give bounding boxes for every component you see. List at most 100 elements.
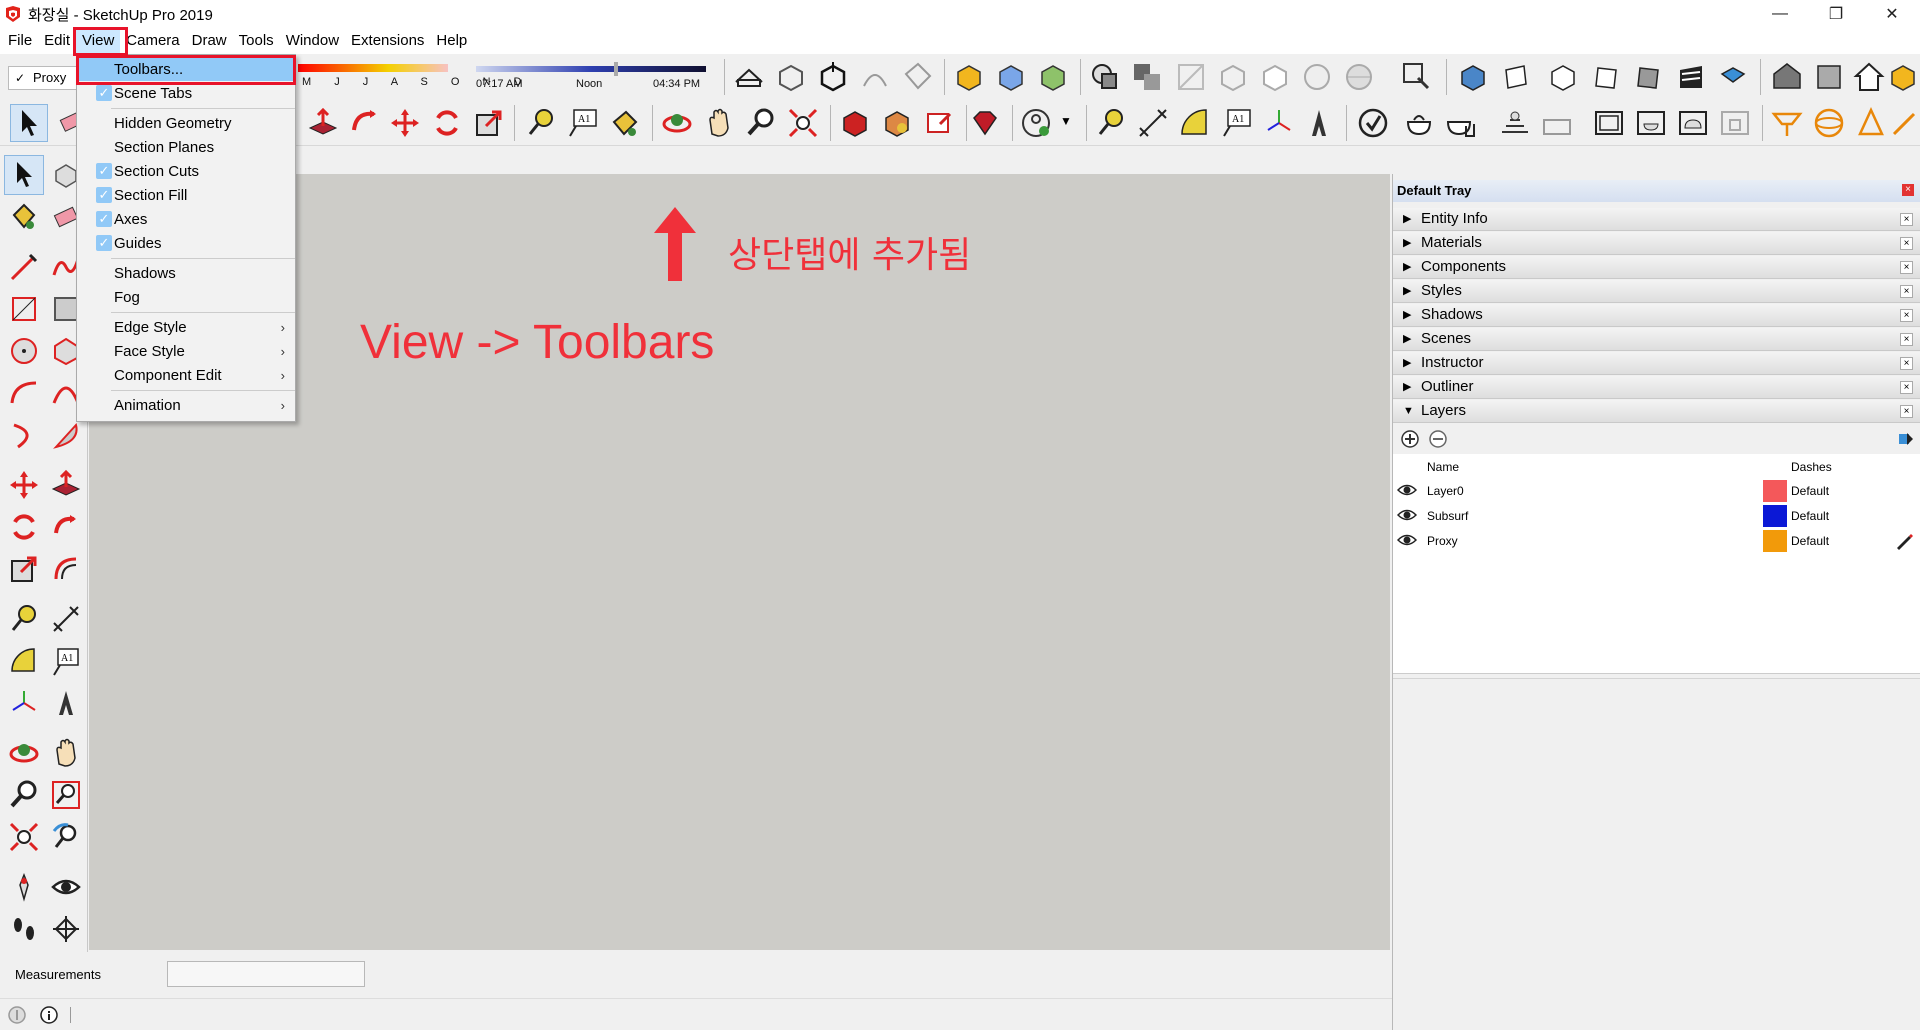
teapot-hand-icon[interactable]: [1442, 104, 1480, 142]
close-icon[interactable]: ×: [1900, 357, 1913, 370]
upload-component-icon[interactable]: [920, 104, 958, 142]
orbit-left-icon[interactable]: [4, 733, 44, 773]
sandbox-from-scratch-icon[interactable]: [1538, 104, 1576, 142]
menu-tools[interactable]: Tools: [233, 28, 280, 54]
axes-left-icon[interactable]: [4, 683, 44, 723]
hand-select-icon[interactable]: [1398, 58, 1436, 96]
table-icon[interactable]: [1768, 104, 1806, 142]
group-icon[interactable]: [1034, 58, 1072, 96]
menu-item-edge-style[interactable]: Edge Style ›: [77, 315, 295, 339]
time-slider[interactable]: [476, 66, 706, 72]
layer-dropdown[interactable]: ✓ Proxy: [8, 66, 78, 90]
menu-edit[interactable]: Edit: [38, 28, 76, 54]
previous-view-icon[interactable]: [46, 817, 86, 857]
dimension-left-icon[interactable]: [46, 599, 86, 639]
xray-icon[interactable]: [1172, 58, 1210, 96]
menu-item-toolbars[interactable]: Toolbars...: [77, 57, 295, 81]
hidden-line-icon[interactable]: [1256, 58, 1294, 96]
layer-color-swatch[interactable]: [1763, 505, 1787, 527]
pen-orange-icon[interactable]: [1886, 104, 1920, 142]
menu-item-animation[interactable]: Animation ›: [77, 393, 295, 417]
zoom-left-icon[interactable]: [4, 775, 44, 815]
menu-view[interactable]: View: [76, 28, 121, 54]
menu-camera[interactable]: Camera: [120, 28, 185, 54]
layer-color-swatch[interactable]: [1763, 480, 1787, 502]
scale-icon[interactable]: [470, 104, 508, 142]
layer-dashes[interactable]: Default: [1791, 534, 1829, 548]
minimize-button[interactable]: —: [1752, 0, 1808, 28]
close-button[interactable]: ✕: [1864, 0, 1920, 28]
push-pull-icon[interactable]: [304, 104, 342, 142]
chevron-down-icon[interactable]: ▼: [1060, 114, 1072, 128]
geo-location-icon[interactable]: [8, 1006, 26, 1024]
3d-text-icon[interactable]: [1300, 104, 1338, 142]
outer-shell-icon[interactable]: [1086, 58, 1124, 96]
circle-icon[interactable]: [4, 331, 44, 371]
wireframe-icon[interactable]: [1214, 58, 1252, 96]
close-icon[interactable]: ×: [1900, 309, 1913, 322]
add-layer-icon[interactable]: [1401, 430, 1419, 448]
push-pull-left-icon[interactable]: [46, 465, 86, 505]
sphere-icon[interactable]: [1810, 104, 1848, 142]
measurements-input[interactable]: [167, 961, 365, 987]
menu-item-fog[interactable]: Fog: [77, 285, 295, 309]
warehouse-icon[interactable]: [1768, 58, 1806, 96]
text-tool-icon[interactable]: A1: [564, 104, 602, 142]
back-view-icon[interactable]: [1630, 58, 1668, 96]
axes-tool-icon[interactable]: [1260, 104, 1298, 142]
date-slider[interactable]: [298, 64, 448, 72]
zoom-window-icon[interactable]: [46, 775, 86, 815]
eye-icon[interactable]: [1397, 532, 1417, 548]
solid-inspector-icon[interactable]: [1354, 104, 1392, 142]
warehouse-get-models-icon[interactable]: [836, 104, 874, 142]
section-plane-left-icon[interactable]: [46, 909, 86, 949]
layers-column-name[interactable]: Name: [1427, 460, 1459, 474]
extension-warehouse-icon[interactable]: [1884, 58, 1920, 96]
component-icon[interactable]: [992, 58, 1030, 96]
dimension-icon[interactable]: [1134, 104, 1172, 142]
restore-button[interactable]: ❐: [1808, 0, 1864, 28]
table-row[interactable]: Subsurf Default: [1393, 505, 1920, 529]
teapot-icon[interactable]: [1400, 104, 1438, 142]
shaded-icon[interactable]: [1298, 58, 1336, 96]
window-frame-icon[interactable]: [1590, 104, 1628, 142]
menu-file[interactable]: File: [0, 28, 38, 54]
menu-item-component-edit[interactable]: Component Edit ›: [77, 363, 295, 387]
panel-layers[interactable]: ▼ Layers ×: [1393, 400, 1920, 423]
close-icon[interactable]: ×: [1900, 333, 1913, 346]
display-section-planes-icon[interactable]: [772, 58, 810, 96]
panel-styles[interactable]: ▶ Styles ×: [1393, 280, 1920, 303]
front-view-icon[interactable]: [1544, 58, 1582, 96]
move-icon[interactable]: [386, 104, 424, 142]
panel-instructor[interactable]: ▶ Instructor ×: [1393, 352, 1920, 375]
display-section-fill-icon[interactable]: [856, 58, 894, 96]
delete-layer-icon[interactable]: [1429, 430, 1447, 448]
eye-icon[interactable]: [1397, 507, 1417, 523]
protractor-icon[interactable]: [1176, 104, 1214, 142]
panel-scenes[interactable]: ▶ Scenes ×: [1393, 328, 1920, 351]
ruby-console-icon[interactable]: [966, 104, 1004, 142]
table-row[interactable]: Proxy Default: [1393, 530, 1920, 554]
info-icon[interactable]: [40, 1006, 58, 1024]
menu-window[interactable]: Window: [280, 28, 345, 54]
menu-item-guides[interactable]: ✓ Guides: [77, 231, 295, 255]
share-component-icon[interactable]: [878, 104, 916, 142]
menu-item-axes[interactable]: ✓ Axes: [77, 207, 295, 231]
menu-item-shadows[interactable]: Shadows: [77, 261, 295, 285]
bottom-view-icon[interactable]: [1714, 58, 1752, 96]
position-camera-icon[interactable]: [4, 867, 44, 907]
intersect-icon[interactable]: [1128, 58, 1166, 96]
look-around-icon[interactable]: [46, 867, 86, 907]
right-view-icon[interactable]: [1588, 58, 1626, 96]
protractor-left-icon[interactable]: [4, 641, 44, 681]
three-point-arc-icon[interactable]: [4, 415, 44, 455]
panel-entity-info[interactable]: ▶ Entity Info ×: [1393, 208, 1920, 231]
details-arrow-icon[interactable]: [1897, 430, 1915, 448]
follow-me-left-icon[interactable]: [46, 507, 86, 547]
move-left-icon[interactable]: [4, 465, 44, 505]
arc-icon[interactable]: [4, 373, 44, 413]
tape-measure-left-icon[interactable]: [4, 599, 44, 639]
home-icon[interactable]: [1850, 58, 1888, 96]
walk-icon[interactable]: [4, 909, 44, 949]
orbit-icon[interactable]: [658, 104, 696, 142]
